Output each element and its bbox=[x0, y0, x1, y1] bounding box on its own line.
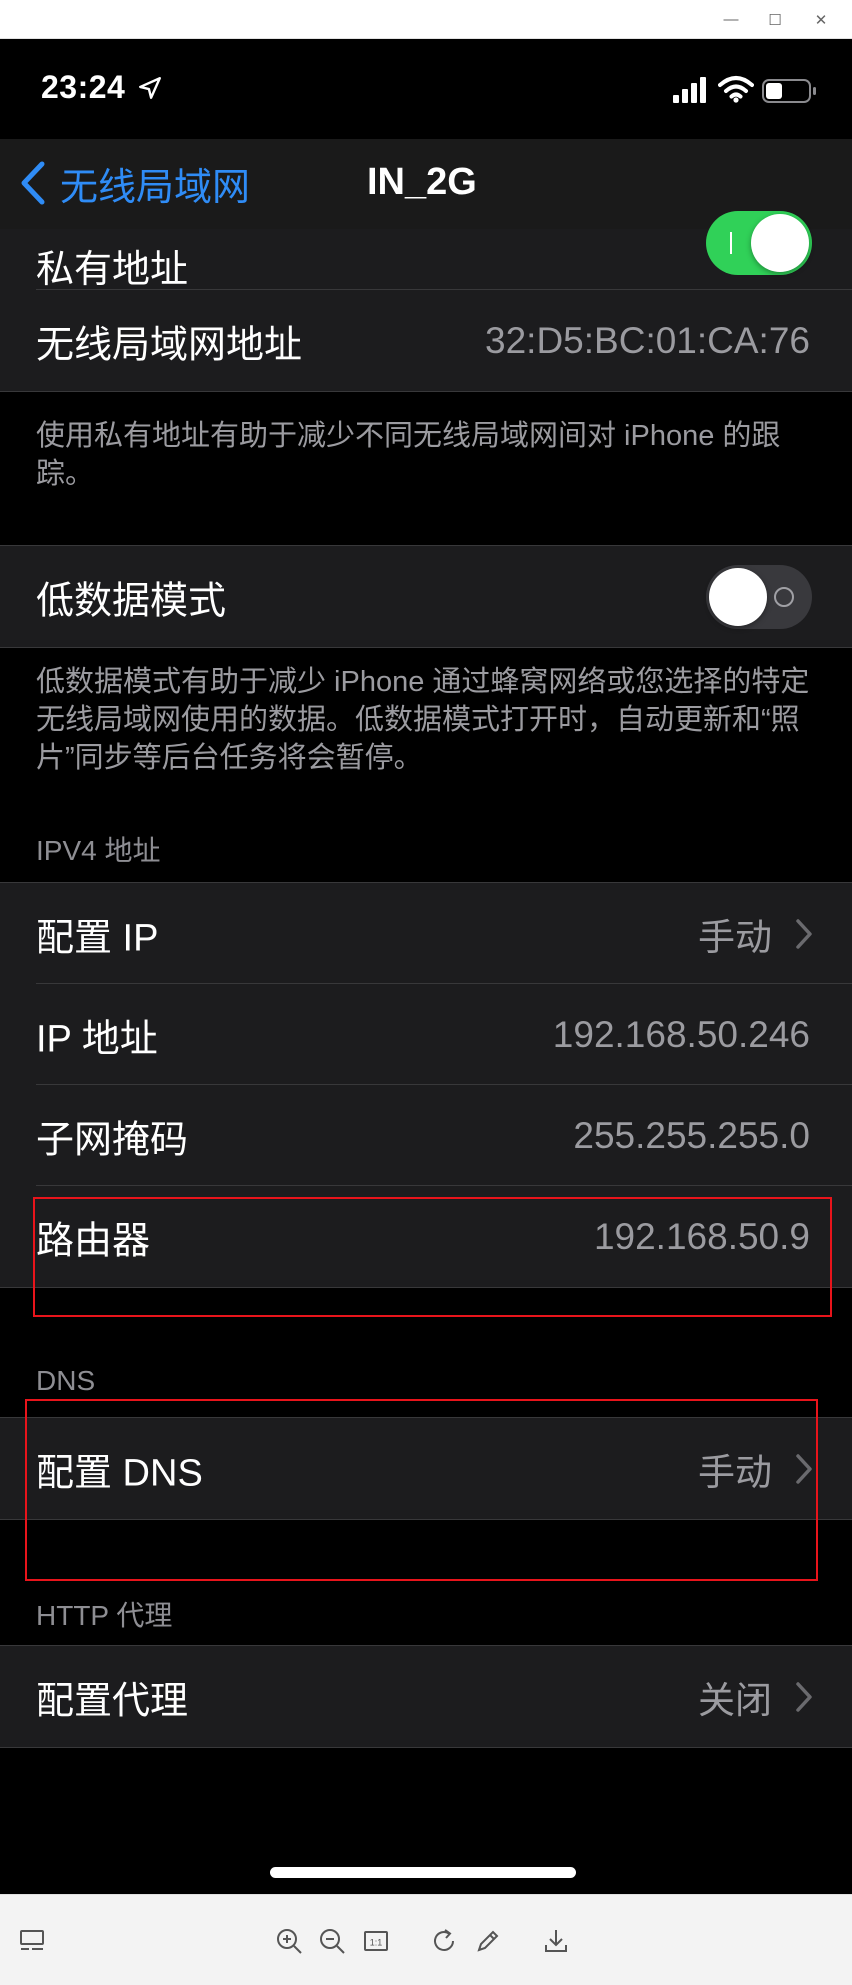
configure-dns-row[interactable]: 配置 DNS 手动 bbox=[0, 1418, 852, 1519]
close-button[interactable]: ✕ bbox=[798, 0, 844, 39]
status-time: 23:24 bbox=[41, 69, 126, 105]
ip-address-row: IP 地址 192.168.50.246 bbox=[0, 984, 852, 1085]
toggle-off-mark-icon bbox=[774, 586, 794, 607]
status-bar: 23:24 bbox=[0, 39, 852, 139]
configure-ip-label: 配置 IP bbox=[36, 917, 159, 959]
configure-proxy-value: 关闭 bbox=[698, 1679, 772, 1721]
rotate-icon bbox=[434, 1929, 454, 1951]
router-value: 192.168.50.9 bbox=[593, 1215, 810, 1257]
private-address-footnote: 使用私有地址有助于减少不同无线局域网间对 iPhone 的跟踪。 bbox=[36, 420, 781, 490]
private-address-label: 私有地址 bbox=[36, 249, 189, 291]
configure-ip-row[interactable]: 配置 IP 手动 bbox=[0, 883, 852, 984]
window-titlebar: — ☐ ✕ bbox=[0, 0, 852, 39]
divider bbox=[0, 647, 852, 648]
chevron-left-icon bbox=[21, 161, 45, 205]
chevron-right-icon bbox=[796, 918, 812, 949]
ip-address-value: 192.168.50.246 bbox=[552, 1013, 810, 1055]
divider bbox=[0, 1747, 852, 1748]
configure-ip-value: 手动 bbox=[698, 916, 772, 958]
viewer-toolbar: 1:1 bbox=[0, 1894, 852, 1985]
back-button[interactable]: 无线局域网 bbox=[18, 159, 250, 209]
download-icon bbox=[545, 1930, 567, 1952]
private-address-toggle[interactable] bbox=[706, 211, 812, 275]
cellular-signal-icon bbox=[673, 77, 706, 103]
divider bbox=[0, 391, 852, 392]
http-proxy-section-header: HTTP 代理 bbox=[36, 1600, 173, 1631]
configure-dns-label: 配置 DNS bbox=[36, 1452, 203, 1494]
subnet-mask-value: 255.255.255.0 bbox=[573, 1114, 810, 1156]
zoom-out-button[interactable] bbox=[310, 1919, 354, 1963]
configure-proxy-row[interactable]: 配置代理 关闭 bbox=[0, 1646, 852, 1747]
zoom-in-button[interactable] bbox=[267, 1919, 311, 1963]
low-data-row: 低数据模式 bbox=[0, 546, 852, 647]
wlan-address-label: 无线局域网地址 bbox=[36, 324, 303, 366]
actual-size-icon: 1:1 bbox=[364, 1931, 388, 1951]
phone-screen: 23:24 无线局域网 IN_2G 私有地址 无线局域网地址 32:D5:BC:… bbox=[0, 39, 852, 1894]
minimize-button[interactable]: — bbox=[708, 0, 754, 39]
low-data-footnote: 低数据模式有助于减少 iPhone 通过蜂窝网络或您选择的特定无线局域网使用的数… bbox=[36, 666, 810, 774]
zoom-out-icon bbox=[320, 1929, 345, 1954]
thumbnail-icon bbox=[20, 1930, 44, 1950]
subnet-mask-label: 子网掩码 bbox=[36, 1119, 189, 1161]
wlan-address-row: 无线局域网地址 32:D5:BC:01:CA:76 bbox=[0, 290, 852, 391]
subnet-mask-row: 子网掩码 255.255.255.0 bbox=[0, 1085, 852, 1186]
toggle-knob bbox=[751, 214, 809, 272]
configure-proxy-label: 配置代理 bbox=[36, 1680, 189, 1722]
rotate-button[interactable] bbox=[422, 1919, 466, 1963]
zoom-in-icon bbox=[277, 1929, 302, 1954]
wifi-icon bbox=[718, 76, 754, 103]
maximize-button[interactable]: ☐ bbox=[752, 0, 798, 39]
home-indicator bbox=[270, 1867, 576, 1878]
thumbnail-button[interactable] bbox=[10, 1919, 54, 1963]
actual-size-button[interactable]: 1:1 bbox=[354, 1919, 398, 1963]
actual-size-label: 1:1 bbox=[370, 1938, 383, 1948]
divider bbox=[0, 1519, 852, 1520]
dns-section-header: DNS bbox=[36, 1365, 96, 1396]
back-label: 无线局域网 bbox=[60, 166, 251, 209]
router-row: 路由器 192.168.50.9 bbox=[0, 1186, 852, 1287]
ip-address-label: IP 地址 bbox=[36, 1018, 158, 1060]
chevron-right-icon bbox=[796, 1681, 812, 1712]
download-button[interactable] bbox=[534, 1919, 578, 1963]
battery-icon bbox=[762, 79, 816, 103]
router-label: 路由器 bbox=[36, 1220, 151, 1262]
chevron-right-icon bbox=[796, 1453, 812, 1484]
divider bbox=[0, 1287, 852, 1288]
location-arrow-icon bbox=[139, 77, 161, 99]
ipv4-section-header: IPV4 地址 bbox=[36, 835, 161, 866]
toggle-knob bbox=[709, 567, 767, 626]
configure-dns-value: 手动 bbox=[698, 1451, 772, 1493]
low-data-toggle[interactable] bbox=[706, 564, 812, 629]
edit-button[interactable] bbox=[466, 1919, 510, 1963]
page-title: IN_2G bbox=[367, 161, 477, 203]
edit-icon bbox=[477, 1930, 499, 1952]
wlan-address-value: 32:D5:BC:01:CA:76 bbox=[485, 319, 810, 361]
toggle-on-mark-icon bbox=[730, 232, 732, 254]
low-data-label: 低数据模式 bbox=[36, 580, 227, 622]
private-address-row: 私有地址 bbox=[0, 211, 852, 291]
